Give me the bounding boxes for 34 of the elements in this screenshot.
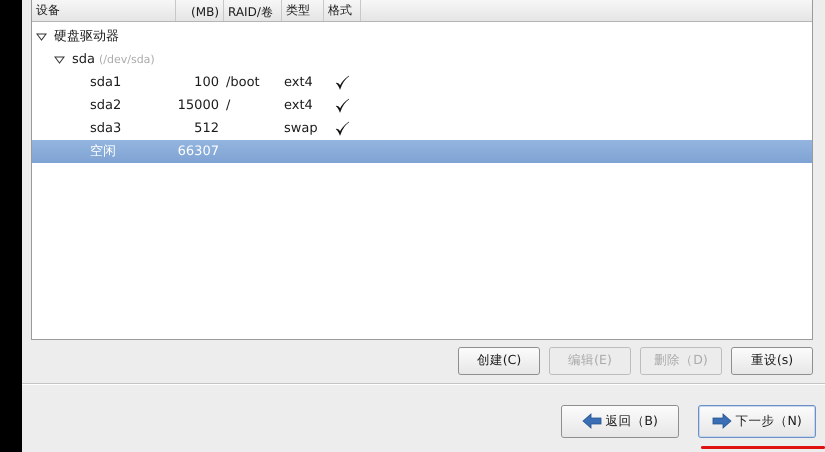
size-cell: 512 — [194, 121, 219, 136]
column-header[interactable]: RAID/卷 — [224, 0, 282, 21]
left-arrow-icon — [582, 413, 602, 429]
right-arrow-icon — [712, 413, 732, 429]
size-cell: 66307 — [178, 144, 219, 159]
mount-cell: /boot — [226, 75, 260, 90]
device-name: sda — [72, 51, 95, 69]
device-name: sda2 — [90, 97, 122, 115]
nav-button[interactable]: 返回（B) — [561, 404, 679, 438]
column-header[interactable]: 类型 — [282, 0, 324, 21]
column-header[interactable]: 设备 — [32, 0, 176, 21]
size-cell: 15000 — [178, 98, 219, 113]
tree-row[interactable]: sda2 15000 / ext4 — [32, 94, 812, 118]
tree-row[interactable]: 硬盘驱动器 — [32, 25, 812, 48]
device-path: (/dev/sda) — [99, 52, 155, 68]
size-cell: 100 — [194, 75, 219, 90]
device-name: 硬盘驱动器 — [54, 28, 119, 46]
expander-icon[interactable] — [54, 56, 65, 64]
column-header[interactable]: 格式 — [324, 0, 361, 21]
column-header[interactable]: (MB) — [176, 0, 224, 21]
type-cell: swap — [284, 121, 318, 136]
expander-icon[interactable] — [36, 32, 47, 41]
nav-button[interactable]: 下一步（N) — [698, 404, 816, 438]
device-name: sda3 — [90, 120, 122, 138]
type-cell: ext4 — [284, 75, 313, 90]
device-name: 空闲 — [90, 143, 116, 161]
tree-row[interactable]: sda1 100 /boot ext4 — [32, 71, 812, 94]
type-cell: ext4 — [284, 98, 313, 113]
action-button[interactable]: 重设(s) — [731, 346, 813, 374]
mount-cell: / — [226, 98, 230, 113]
tree-row[interactable]: sda3 512 swap — [32, 117, 812, 140]
tree-row[interactable]: sda (/dev/sda) — [32, 48, 812, 72]
action-button[interactable]: 创建(C) — [458, 346, 540, 374]
device-name: sda1 — [90, 74, 122, 92]
